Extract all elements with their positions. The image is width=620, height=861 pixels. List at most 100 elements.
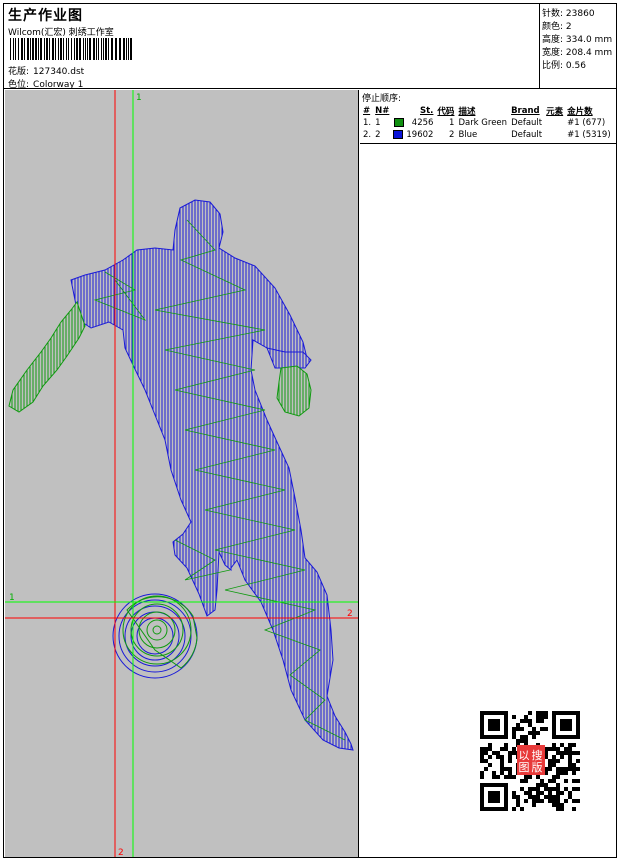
qr-module	[540, 799, 544, 803]
sequin-count: #1 (677)	[567, 118, 606, 128]
qr-module	[568, 763, 572, 767]
qr-module	[528, 731, 532, 735]
qr-module	[504, 743, 508, 747]
qr-module	[556, 759, 560, 763]
qr-module	[556, 775, 560, 779]
qr-module	[564, 747, 568, 751]
qr-module	[576, 787, 580, 791]
qr-module	[520, 807, 524, 811]
qr-module	[576, 767, 580, 771]
qr-module	[532, 795, 536, 799]
barcode-bar	[119, 38, 121, 60]
qr-module	[520, 727, 524, 731]
player-left-hand	[8, 300, 86, 413]
col-header: 代码	[437, 106, 455, 117]
design-value: 127340.dst	[33, 67, 85, 77]
qr-module	[572, 779, 576, 783]
stop-sequence-title: 停止顺序:	[362, 94, 402, 104]
stat-label: 宽度:	[542, 48, 564, 58]
qr-module	[492, 751, 496, 755]
qr-module	[528, 711, 532, 715]
qr-module	[548, 791, 552, 795]
qr-module	[532, 731, 536, 735]
qr-module	[512, 727, 516, 731]
qr-module	[500, 755, 504, 759]
barcode-bar	[58, 38, 59, 60]
qr-stamp-glyph: 图	[519, 761, 530, 774]
qr-module	[572, 799, 576, 803]
qr-module	[484, 751, 488, 755]
qr-module	[524, 775, 528, 779]
barcode-bar	[49, 38, 50, 60]
qr-module	[564, 771, 568, 775]
qr-module	[500, 767, 504, 771]
qr-module	[524, 791, 528, 795]
qr-module	[492, 775, 496, 779]
stat-value: 208.4 mm	[565, 48, 613, 58]
qr-module	[544, 787, 548, 791]
barcode-bar	[27, 38, 29, 60]
barcode-bar	[103, 38, 104, 60]
stat-label: 高度:	[542, 35, 564, 45]
qr-module	[484, 767, 488, 771]
qr-module	[572, 807, 576, 811]
barcode-bar	[76, 38, 78, 60]
qr-module	[528, 723, 532, 727]
qr-module	[544, 715, 548, 719]
qr-module	[568, 751, 572, 755]
qr-module	[504, 767, 508, 771]
barcode-bar	[52, 38, 54, 60]
qr-module	[480, 751, 484, 755]
barcode-bar	[85, 38, 86, 60]
qr-module	[524, 735, 528, 739]
col-header: St.	[420, 105, 434, 116]
qr-module	[536, 719, 540, 723]
stop-sequence-table: # N# St. 代码 描述 Brand 元素 金片数 1. 1 4256 1 …	[361, 104, 613, 141]
qr-module	[552, 747, 556, 751]
barcode-bar	[128, 38, 129, 60]
qr-module	[556, 783, 560, 787]
qr-module	[560, 771, 564, 775]
qr-module	[556, 747, 560, 751]
element	[544, 117, 565, 129]
page-title: 生产作业图	[8, 8, 83, 24]
qr-module	[536, 787, 540, 791]
qr-module	[548, 795, 552, 799]
qr-module	[536, 791, 540, 795]
qr-module	[520, 779, 524, 783]
qr-module	[572, 743, 576, 747]
qr-module	[528, 775, 532, 779]
qr-module	[548, 787, 552, 791]
barcode-bar	[10, 38, 11, 60]
barcode-bar	[98, 38, 99, 60]
qr-module	[552, 803, 556, 807]
qr-module	[548, 767, 552, 771]
col-header: N#	[375, 105, 390, 116]
qr-module	[536, 795, 540, 799]
qr-module	[520, 739, 524, 743]
qr-module	[480, 759, 484, 763]
barcode-bar	[101, 38, 102, 60]
qr-module	[540, 719, 544, 723]
barcode-bar	[126, 38, 127, 60]
colorway-value: Colorway 1	[33, 80, 84, 90]
qr-module	[548, 747, 552, 751]
qr-module	[480, 747, 484, 751]
qr-module	[572, 763, 576, 767]
row-number: 2.	[363, 130, 372, 140]
barcode-bar	[18, 38, 19, 60]
qr-module	[564, 779, 568, 783]
qr-module	[536, 731, 540, 735]
qr-module	[536, 711, 540, 715]
barcode-bar	[60, 38, 62, 60]
element	[544, 129, 565, 141]
player-body	[70, 199, 354, 751]
table-header-row: # N# St. 代码 描述 Brand 元素 金片数	[361, 104, 613, 117]
qr-module	[576, 779, 580, 783]
qr-stamp-glyph: 版	[532, 760, 543, 774]
qr-module	[536, 799, 540, 803]
qr-module	[520, 787, 524, 791]
barcode-bar	[130, 38, 132, 60]
header-left: 生产作业图 Wilcom(汇宏) 刺绣工作室 花版: 127340.dst 色位:…	[7, 4, 537, 90]
qr-module	[568, 795, 572, 799]
